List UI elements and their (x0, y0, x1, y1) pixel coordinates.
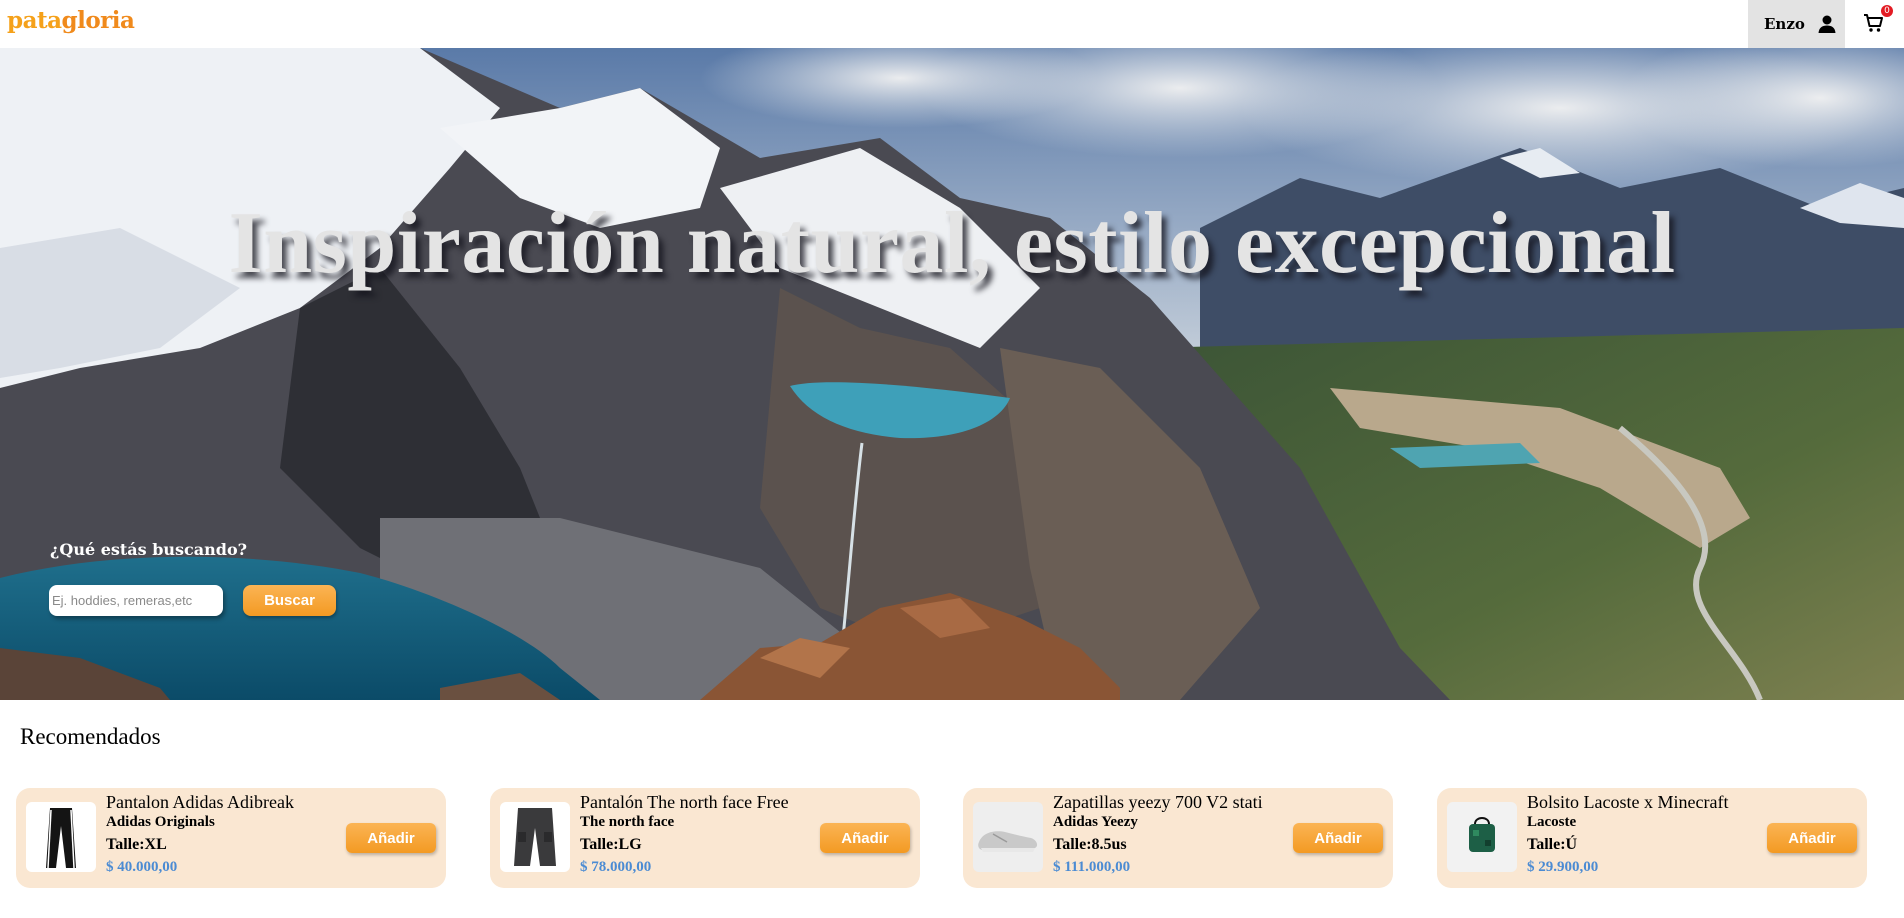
product-size: Talle:Ú (1527, 836, 1578, 853)
product-card[interactable]: Zapatillas yeezy 700 V2 stati Adidas Yee… (963, 788, 1393, 888)
product-name: Bolsito Lacoste x Minecraft (1527, 792, 1729, 812)
hero-title: Inspiración natural, estilo excepcional (228, 195, 1676, 292)
cargo-pants-icon (500, 802, 570, 872)
product-brand: Adidas Originals (106, 814, 215, 830)
product-price: $ 40.000,00 (106, 859, 178, 875)
sneaker-icon (973, 802, 1043, 872)
product-name: Pantalon Adidas Adibreak (106, 792, 294, 812)
product-brand: The north face (580, 814, 675, 830)
product-card[interactable]: Bolsito Lacoste x Minecraft Lacoste Tall… (1437, 788, 1867, 888)
green-bag-icon (1447, 802, 1517, 872)
black-pants-icon (26, 802, 96, 872)
product-brand: Adidas Yeezy (1053, 814, 1138, 830)
product-size: Talle:XL (106, 836, 167, 853)
search-button[interactable]: Buscar (243, 585, 336, 616)
search-input[interactable] (49, 585, 223, 616)
top-navbar: patagloria Enzo 0 (0, 0, 1904, 48)
product-size: Talle:8.5us (1053, 836, 1127, 853)
product-name: Pantalón The north face Free (580, 792, 789, 812)
product-price: $ 111.000,00 (1053, 859, 1131, 875)
recommended-title: Recomendados (20, 724, 161, 749)
product-price: $ 29.900,00 (1527, 859, 1599, 875)
product-size: Talle:LG (580, 836, 642, 853)
add-to-cart-button[interactable]: Añadir (820, 823, 910, 853)
product-price: $ 78.000,00 (580, 859, 652, 875)
hero-banner: Inspiración natural, estilo excepcional … (0, 48, 1904, 700)
product-brand: Lacoste (1527, 814, 1577, 830)
add-to-cart-button[interactable]: Añadir (346, 823, 436, 853)
search-label: ¿Qué estás buscando? (50, 540, 248, 559)
cart-icon[interactable] (1863, 12, 1885, 34)
product-card[interactable]: Pantalon Adidas Adibreak Adidas Original… (16, 788, 446, 888)
user-menu-button[interactable]: Enzo (1748, 0, 1845, 48)
cart-count-badge: 0 (1881, 5, 1893, 17)
add-to-cart-button[interactable]: Añadir (1767, 823, 1857, 853)
add-to-cart-button[interactable]: Añadir (1293, 823, 1383, 853)
user-name: Enzo (1764, 15, 1805, 33)
product-name: Zapatillas yeezy 700 V2 stati (1053, 792, 1263, 812)
product-card[interactable]: Pantalón The north face Free The north f… (490, 788, 920, 888)
user-icon (1818, 15, 1836, 33)
logo[interactable]: patagloria (7, 7, 135, 34)
